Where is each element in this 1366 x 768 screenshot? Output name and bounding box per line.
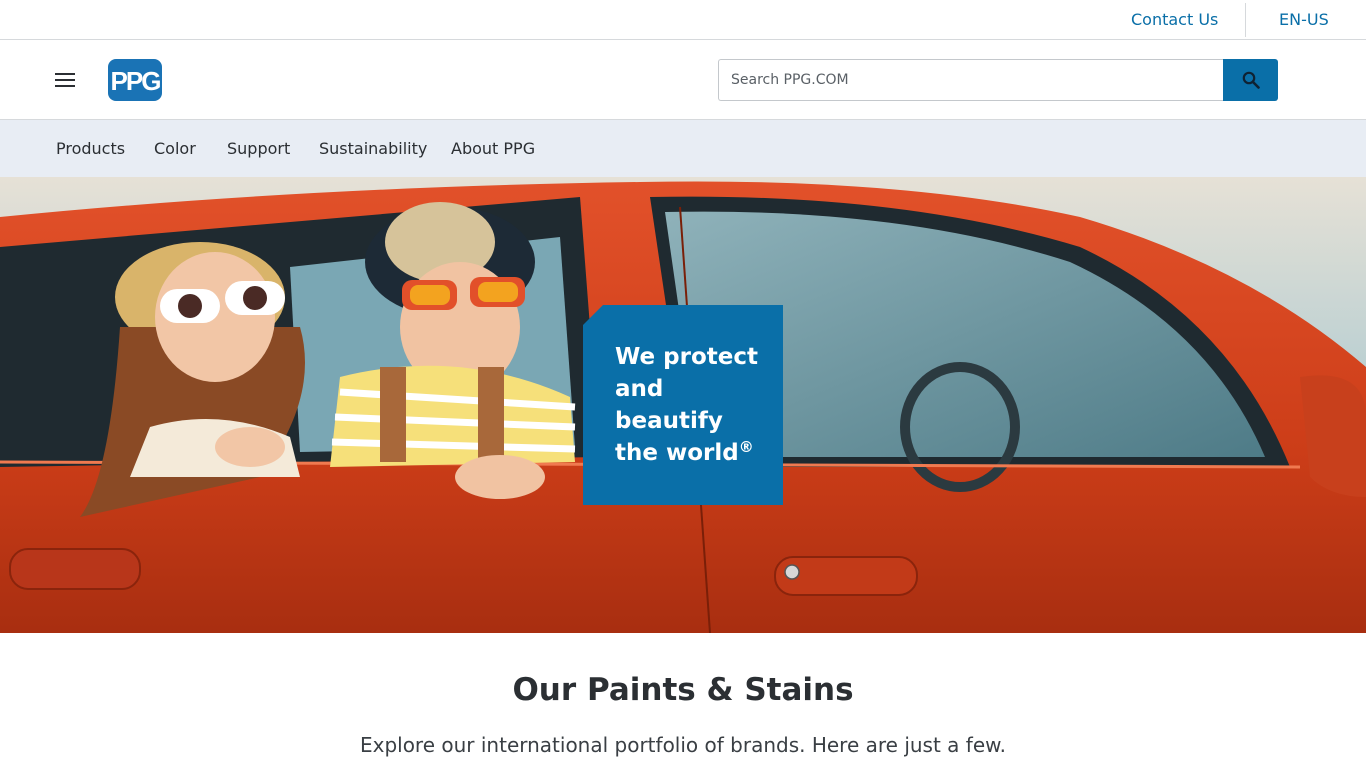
search-bar bbox=[718, 59, 1278, 101]
section-subtitle: Explore our international portfolio of b… bbox=[359, 733, 1007, 757]
nav-item-sustainability[interactable]: Sustainability bbox=[319, 120, 427, 177]
search-input[interactable] bbox=[718, 59, 1223, 101]
ppg-logo-mark: PPG bbox=[111, 66, 162, 96]
nav-item-about-ppg[interactable]: About PPG bbox=[451, 120, 535, 177]
search-icon bbox=[1242, 71, 1260, 89]
ppg-logo[interactable]: PPG bbox=[108, 59, 162, 101]
logo-text: PPG bbox=[111, 66, 161, 96]
hero-callout-text: We protect and beautify the world bbox=[615, 344, 758, 466]
main-navigation: Products Color Support Sustainability Ab… bbox=[0, 120, 1366, 177]
site-header: PPG bbox=[0, 40, 1366, 120]
hamburger-menu-icon[interactable] bbox=[55, 73, 75, 87]
language-selector[interactable]: EN-US bbox=[1279, 0, 1329, 40]
utility-bar: Contact Us EN-US bbox=[0, 0, 1366, 40]
nav-item-products[interactable]: Products bbox=[56, 120, 125, 177]
hero-banner[interactable]: We protect and beautify the world® bbox=[0, 177, 1366, 633]
search-button[interactable] bbox=[1223, 59, 1278, 101]
hero-callout: We protect and beautify the world® bbox=[583, 305, 783, 505]
utility-divider bbox=[1245, 3, 1246, 37]
section-title: Our Paints & Stains bbox=[512, 672, 854, 708]
contact-us-link[interactable]: Contact Us bbox=[1131, 0, 1218, 40]
nav-item-support[interactable]: Support bbox=[227, 120, 290, 177]
registered-mark: ® bbox=[738, 438, 754, 456]
nav-item-color[interactable]: Color bbox=[154, 120, 196, 177]
